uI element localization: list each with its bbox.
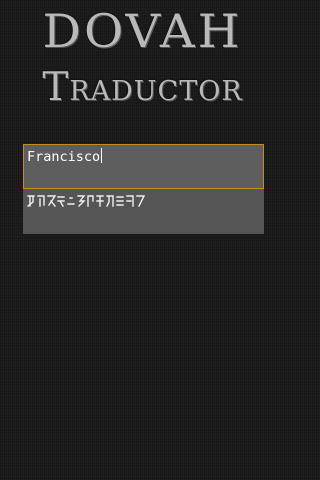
app-title: DOVAH bbox=[42, 5, 243, 59]
translation-output bbox=[23, 189, 264, 234]
text-caret bbox=[101, 148, 103, 163]
input-value-text: Francisco bbox=[27, 149, 101, 165]
dragon-script-output bbox=[27, 195, 146, 207]
translate-input[interactable]: Francisco bbox=[23, 144, 264, 189]
app-subtitle: Traductor bbox=[42, 65, 243, 110]
